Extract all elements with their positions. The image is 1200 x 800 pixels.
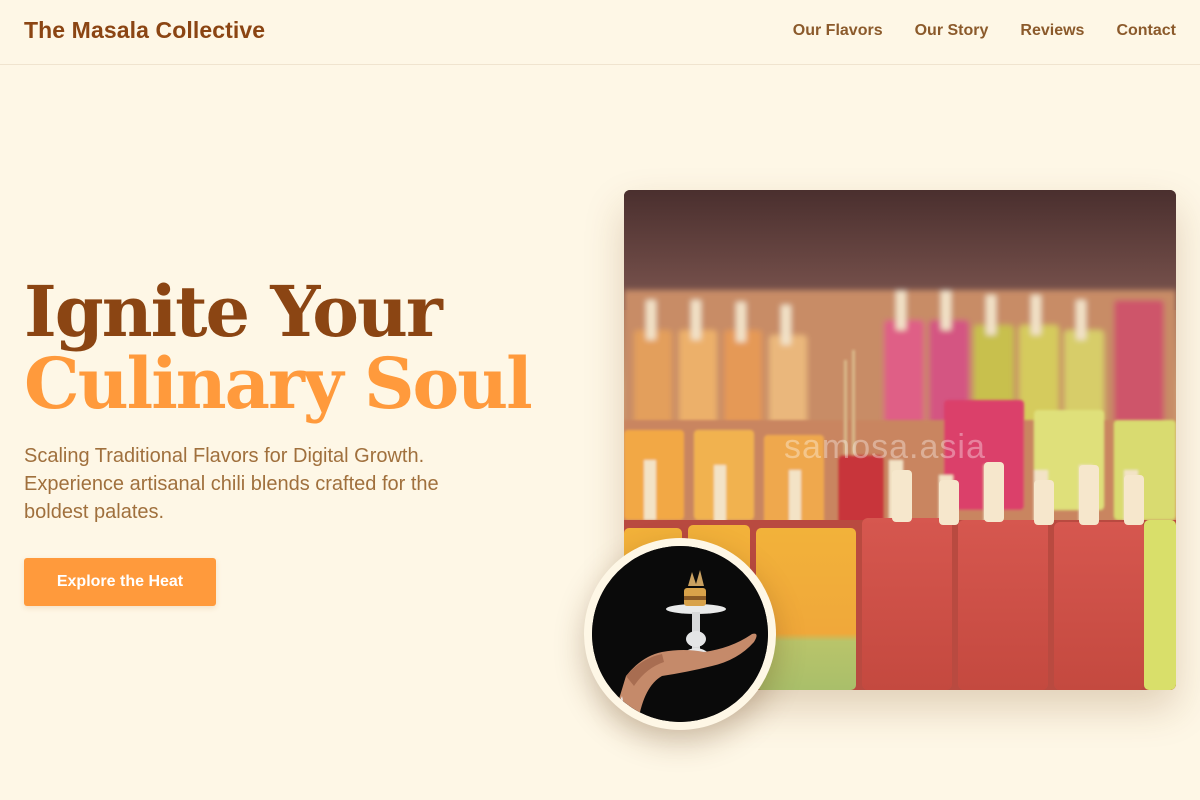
nav-link-reviews[interactable]: Reviews bbox=[1020, 22, 1084, 40]
image-watermark: samosa.asia bbox=[784, 428, 986, 466]
explore-the-heat-button[interactable]: Explore the Heat bbox=[24, 558, 216, 606]
nav-link-our-story[interactable]: Our Story bbox=[915, 22, 989, 40]
hero-title-line2: Culinary Soul bbox=[24, 342, 533, 425]
main-nav: Our Flavors Our Story Reviews Contact bbox=[793, 22, 1176, 40]
hand-dessert-illustration bbox=[592, 546, 768, 722]
nav-link-contact[interactable]: Contact bbox=[1116, 22, 1176, 40]
site-header: The Masala Collective Our Flavors Our St… bbox=[0, 0, 1200, 65]
nav-link-our-flavors[interactable]: Our Flavors bbox=[793, 22, 883, 40]
hero-title: Ignite Your Culinary Soul bbox=[24, 270, 533, 425]
dessert-circle-inner bbox=[592, 546, 768, 722]
hero-subtitle: Scaling Traditional Flavors for Digital … bbox=[24, 445, 439, 523]
hero-title-line1: Ignite Your bbox=[24, 270, 443, 353]
dessert-circle-image bbox=[584, 538, 776, 730]
brand-logo[interactable]: The Masala Collective bbox=[24, 17, 265, 44]
